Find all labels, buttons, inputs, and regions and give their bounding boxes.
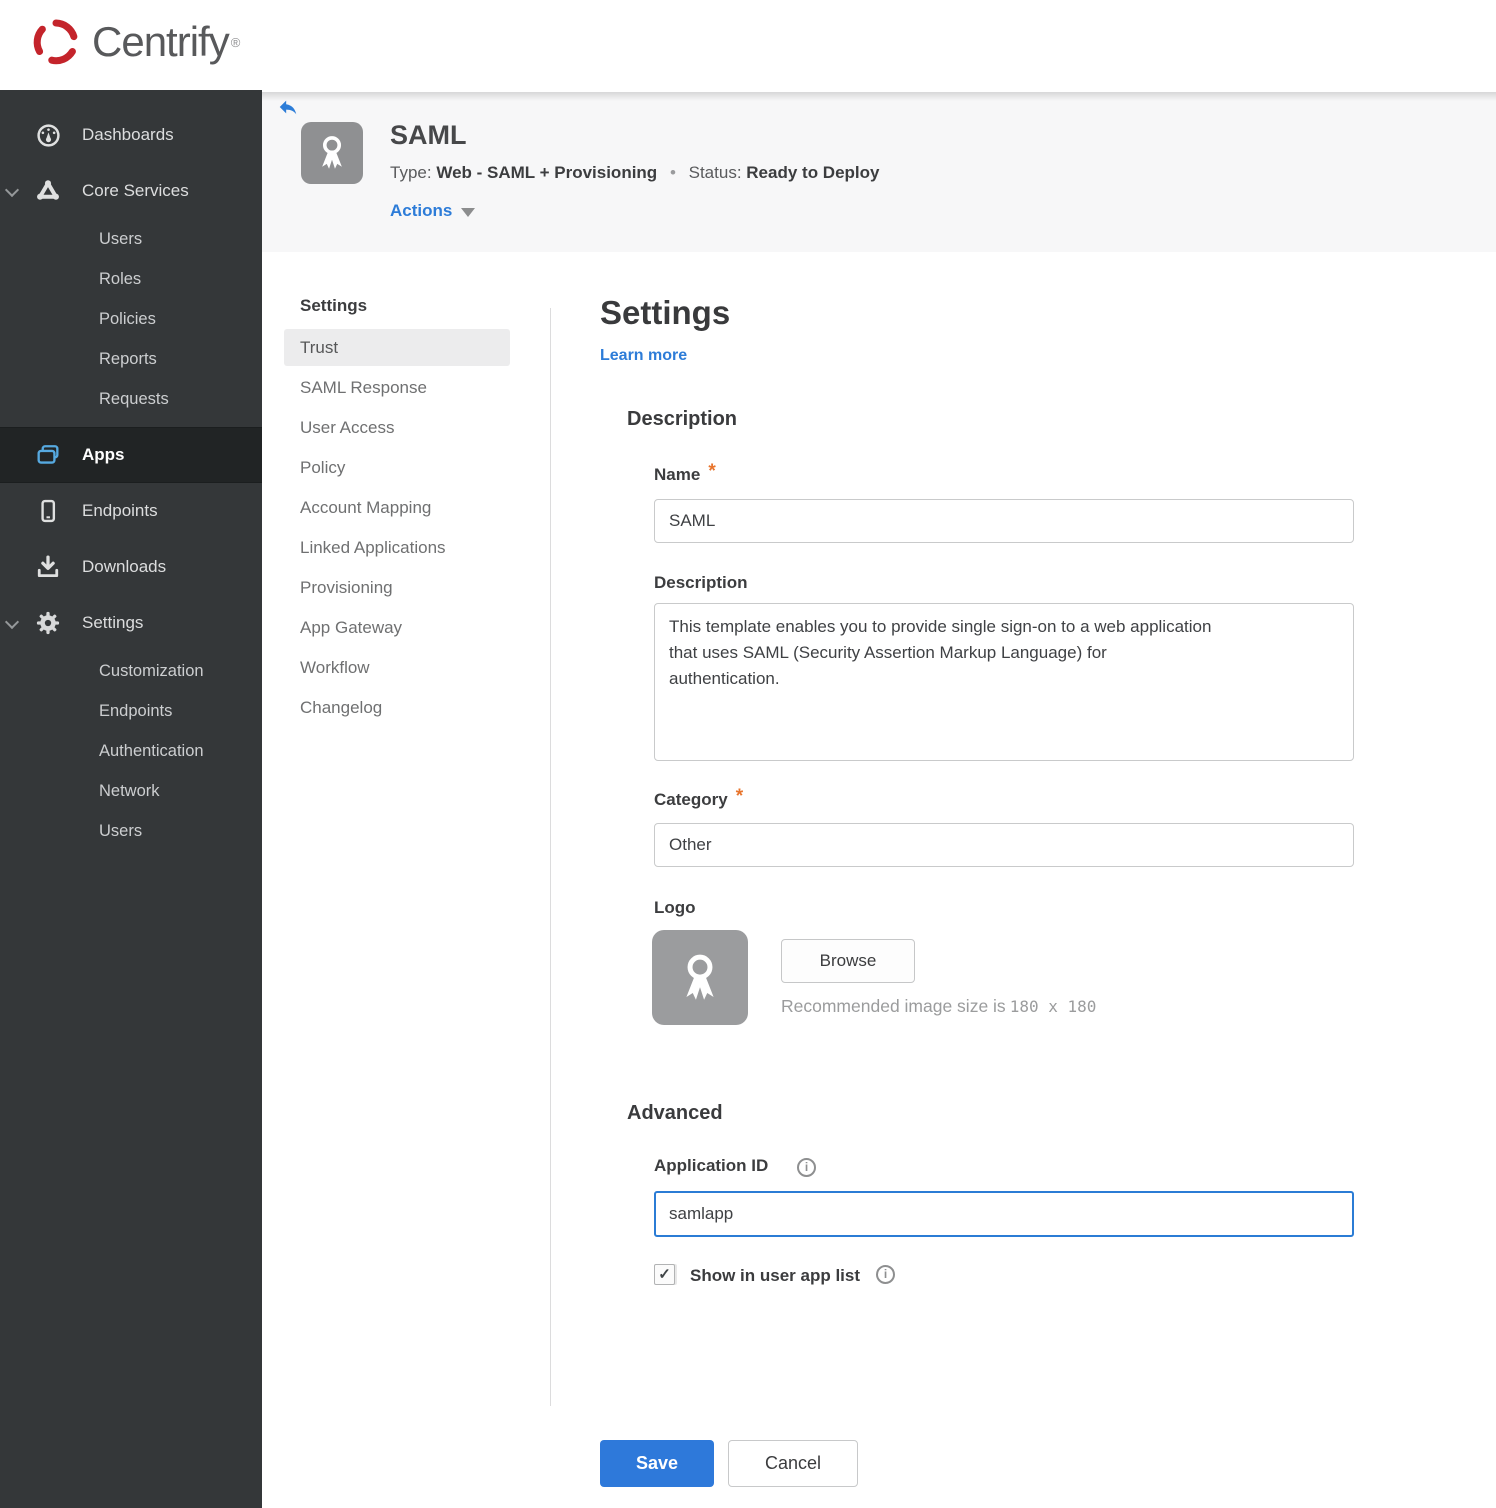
ribbon-icon	[322, 136, 342, 169]
subnav-item-changelog[interactable]: Changelog	[284, 689, 510, 726]
show-in-user-app-list-label: Show in user app list	[690, 1266, 861, 1285]
actions-menu-button[interactable]: Actions	[390, 201, 476, 221]
logo-label: Logo	[654, 898, 696, 917]
sidebar-item-reports[interactable]: Reports	[0, 339, 262, 379]
vertical-divider	[550, 308, 551, 1406]
required-marker: *	[735, 786, 744, 807]
brand-registered-mark: ®	[230, 34, 241, 50]
sidebar-item-settings[interactable]: Settings	[0, 595, 262, 651]
sidebar-item-label: Dashboards	[82, 125, 174, 144]
required-marker: *	[708, 461, 716, 482]
subnav-item-policy[interactable]: Policy	[284, 449, 510, 486]
sidebar-item-dashboards[interactable]: Dashboards	[0, 107, 262, 163]
ribbon-icon	[686, 954, 714, 1000]
sidebar-item-policies[interactable]: Policies	[0, 299, 262, 339]
save-button[interactable]: Save	[600, 1440, 714, 1487]
chevron-down-icon[interactable]	[7, 185, 17, 195]
info-icon[interactable]: i	[876, 1265, 895, 1284]
caret-down-icon	[461, 208, 476, 217]
subnav-item-account-mapping[interactable]: Account Mapping	[284, 489, 510, 526]
band-shadow	[262, 92, 1496, 101]
apps-icon	[33, 440, 63, 470]
download-icon	[33, 552, 63, 582]
centrify-swirl-icon	[33, 19, 78, 65]
centrify-logo: Centrify ®	[30, 16, 240, 68]
cancel-button[interactable]: Cancel	[728, 1440, 858, 1487]
name-label: Name *	[654, 461, 716, 484]
sidebar-item-roles[interactable]: Roles	[0, 259, 262, 299]
app-logo-badge	[301, 122, 363, 184]
sidebar-item-users[interactable]: Users	[0, 219, 262, 259]
sidebar-item-apps[interactable]: Apps	[0, 427, 262, 483]
sidebar-item-network[interactable]: Network	[0, 771, 262, 811]
sidebar-item-endpoints[interactable]: Endpoints	[0, 483, 262, 539]
status-label: Status:	[688, 163, 742, 182]
sidebar-item-label: Downloads	[82, 557, 167, 576]
top-bar: Centrify ®	[0, 0, 1496, 90]
app-title: SAML	[390, 120, 467, 150]
type-label: Type:	[390, 163, 432, 182]
sidebar-item-downloads[interactable]: Downloads	[0, 539, 262, 595]
page: Centrify ® Dashboards Core Services User…	[0, 0, 1496, 1508]
check-icon: ✓	[658, 1266, 671, 1283]
subnav-item-app-gateway[interactable]: App Gateway	[284, 609, 510, 646]
chevron-down-icon[interactable]	[7, 617, 17, 627]
name-input[interactable]	[654, 499, 1354, 543]
gauge-icon	[33, 120, 63, 150]
gear-icon	[33, 608, 63, 638]
sidebar-item-label: Core Services	[82, 181, 189, 200]
status-value: Ready to Deploy	[746, 163, 880, 182]
sidebar-item-label: Endpoints	[82, 501, 158, 520]
logo-preview	[652, 930, 748, 1025]
subnav-header: Settings	[300, 296, 368, 315]
sidebar-item-core-services[interactable]: Core Services	[0, 163, 262, 219]
page-title: Settings	[600, 294, 731, 331]
subnav-item-provisioning[interactable]: Provisioning	[284, 569, 510, 606]
brand-name: Centrify	[92, 18, 230, 65]
type-value: Web - SAML + Provisioning	[436, 163, 658, 182]
learn-more-link[interactable]: Learn more	[600, 347, 687, 365]
advanced-section-heading: Advanced	[627, 1102, 723, 1124]
description-label: Description	[654, 573, 748, 592]
back-arrow-icon[interactable]	[276, 96, 300, 118]
description-section-heading: Description	[627, 408, 738, 430]
meta-separator: •	[669, 163, 676, 182]
browse-button[interactable]: Browse	[781, 939, 915, 983]
sidebar-item-users-settings[interactable]: Users	[0, 811, 262, 851]
category-label: Category *	[654, 786, 744, 809]
logo-hint-size: 180 x 180	[1009, 997, 1097, 1016]
subnav-item-workflow[interactable]: Workflow	[284, 649, 510, 686]
subnav-item-user-access[interactable]: User Access	[284, 409, 510, 446]
sidebar-item-customization[interactable]: Customization	[0, 651, 262, 691]
app-meta: Type: Web - SAML + Provisioning • Status…	[390, 163, 879, 183]
app-header: SAML Type: Web - SAML + Provisioning • S…	[262, 92, 1496, 252]
category-input[interactable]	[654, 823, 1354, 867]
application-id-label: Application ID i	[654, 1156, 817, 1177]
subnav-item-trust[interactable]: Trust	[284, 329, 510, 366]
description-textarea[interactable]: This template enables you to provide sin…	[654, 603, 1354, 761]
core-services-icon	[33, 176, 63, 206]
sidebar-item-label: Settings	[82, 613, 144, 632]
sidebar: Dashboards Core Services Users Roles Pol…	[0, 88, 262, 1508]
application-id-input[interactable]	[654, 1191, 1354, 1237]
info-icon[interactable]: i	[797, 1158, 817, 1177]
sidebar-item-authentication[interactable]: Authentication	[0, 731, 262, 771]
device-icon	[33, 496, 63, 526]
show-in-user-app-list-checkbox[interactable]: ✓	[654, 1264, 675, 1285]
sidebar-item-endpoints-settings[interactable]: Endpoints	[0, 691, 262, 731]
logo-hint: Recommended image size is 180 x 180	[781, 996, 1097, 1016]
subnav-item-saml-response[interactable]: SAML Response	[284, 369, 510, 406]
subnav-item-linked-applications[interactable]: Linked Applications	[284, 529, 510, 566]
sidebar-item-requests[interactable]: Requests	[0, 379, 262, 419]
